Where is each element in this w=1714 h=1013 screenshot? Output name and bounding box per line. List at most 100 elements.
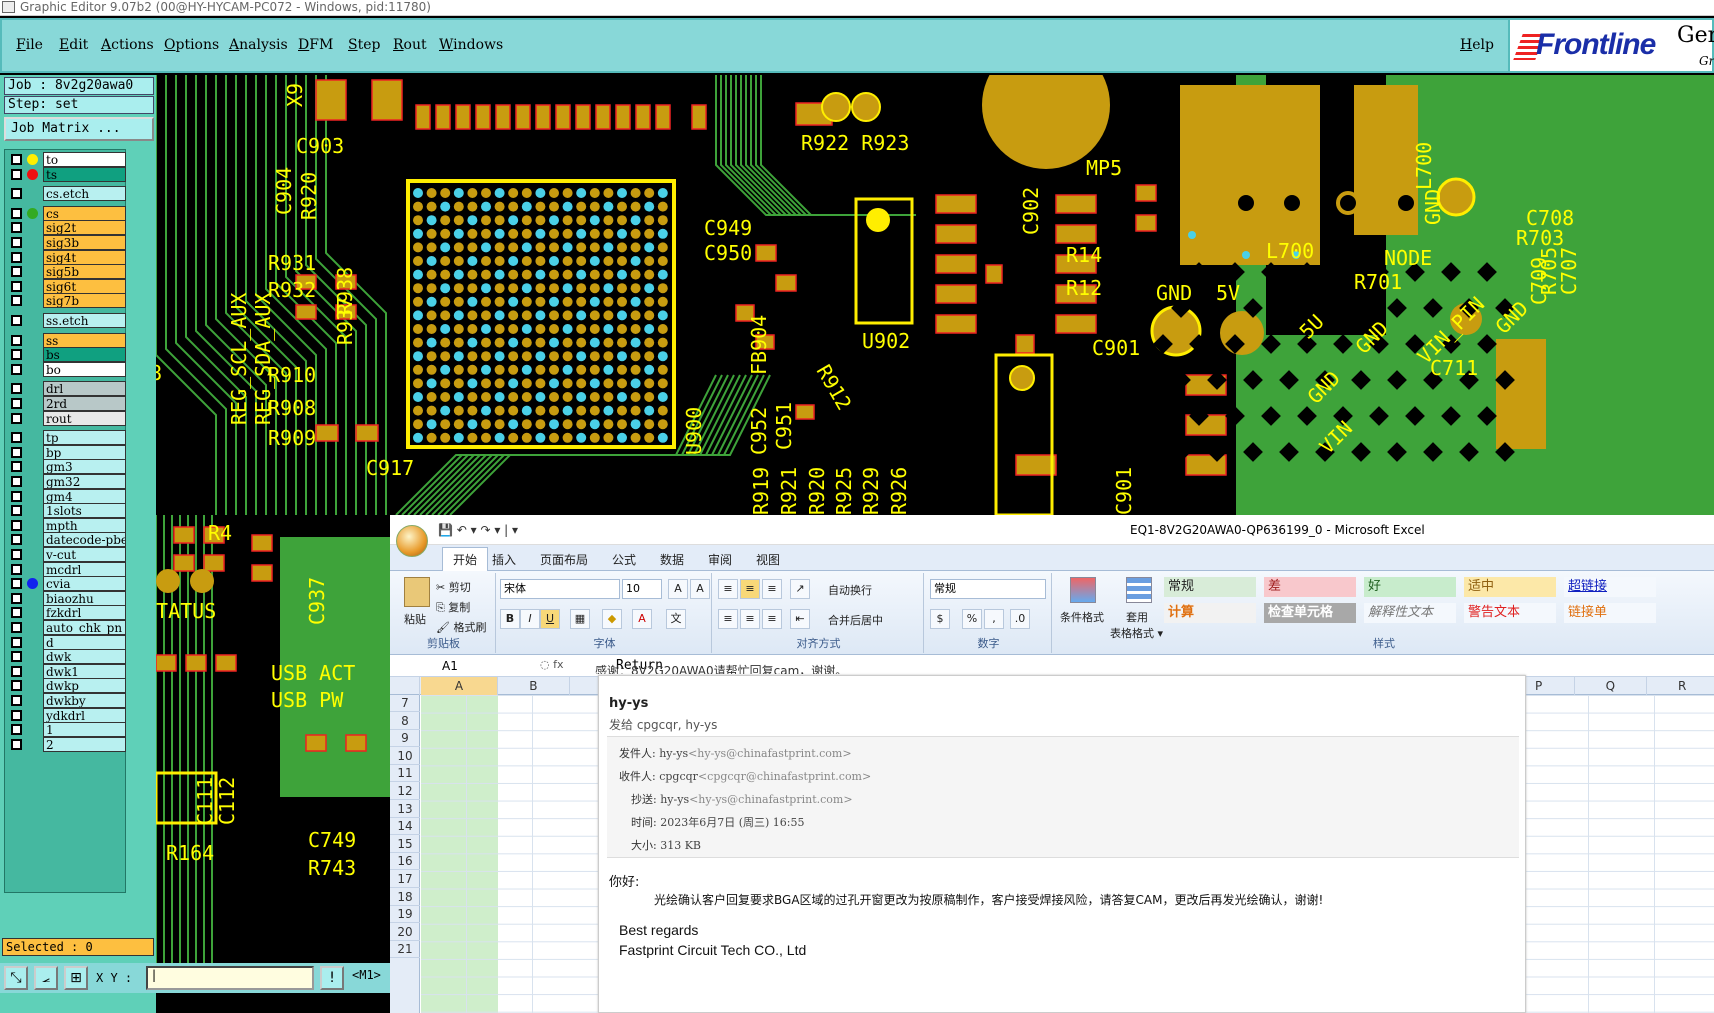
- layer-name[interactable]: auto_chk_pn: [43, 620, 126, 635]
- menu-windows[interactable]: Windows: [439, 37, 503, 53]
- layer-checkbox[interactable]: [11, 222, 22, 234]
- layer-name[interactable]: ss: [43, 332, 126, 348]
- layer-checkbox[interactable]: [11, 665, 22, 677]
- ribbon-tab-6[interactable]: 视图: [756, 551, 780, 568]
- layer-row-gm32[interactable]: gm32: [7, 474, 126, 489]
- layer-checkbox[interactable]: [11, 432, 22, 444]
- ribbon-tab-2[interactable]: 页面布局: [540, 551, 588, 568]
- menu-rout[interactable]: Rout: [393, 37, 427, 53]
- layer-name[interactable]: 1: [43, 722, 126, 738]
- border-icon[interactable]: ▦: [570, 609, 590, 629]
- style-cell-0[interactable]: 常规: [1164, 577, 1256, 597]
- style-cell-7[interactable]: 解释性文本: [1364, 603, 1456, 623]
- layer-name[interactable]: fzkdrl: [43, 605, 126, 621]
- layer-row-dwkby[interactable]: dwkby: [7, 693, 126, 708]
- ribbon-tab-1[interactable]: 插入: [492, 551, 516, 568]
- pcb-canvas[interactable]: R922 R923 C903 C904 R920 R931 R938 R932 R937 R91…: [156, 75, 1714, 515]
- layer-checkbox[interactable]: [11, 592, 22, 604]
- paste-button[interactable]: 粘贴: [404, 611, 426, 627]
- layer-checkbox[interactable]: [11, 349, 22, 361]
- align-right-icon[interactable]: ≡: [762, 609, 782, 629]
- align-center-icon[interactable]: ≡: [740, 609, 760, 629]
- layer-checkbox[interactable]: [11, 563, 22, 575]
- layer-row-to[interactable]: to: [7, 152, 126, 167]
- align-bottom-icon[interactable]: ≡: [762, 579, 782, 599]
- style-cell-8[interactable]: 警告文本: [1464, 603, 1556, 623]
- job-matrix-button[interactable]: Job Matrix ...: [4, 117, 154, 141]
- style-cell-5[interactable]: 计算: [1164, 603, 1256, 623]
- ribbon-tab-0[interactable]: 开始: [442, 547, 489, 573]
- layer-checkbox[interactable]: [11, 188, 22, 200]
- layer-name[interactable]: 1slots: [43, 503, 126, 519]
- layer-row-cs[interactable]: cs: [7, 205, 126, 221]
- format-painter-button[interactable]: 🖌 格式刷: [436, 619, 486, 635]
- layer-row-sig6t[interactable]: sig6t: [7, 278, 126, 294]
- layer-name[interactable]: d: [43, 634, 126, 650]
- row-header-9[interactable]: 9: [390, 730, 420, 748]
- layer-row-auto_chk_pn[interactable]: auto_chk_pn: [7, 620, 126, 635]
- layer-name[interactable]: gm4: [43, 488, 126, 504]
- layer-row-sig5b[interactable]: sig5b: [7, 264, 126, 280]
- layer-checkbox[interactable]: [11, 578, 22, 590]
- row-header-18[interactable]: 18: [390, 889, 420, 906]
- layer-name[interactable]: ts: [43, 166, 126, 182]
- layer-row-bp[interactable]: bp: [7, 444, 126, 460]
- layer-row-v-cut[interactable]: v-cut: [7, 547, 126, 562]
- layer-name[interactable]: rout: [43, 410, 126, 426]
- layer-row-cvia[interactable]: cvia: [7, 576, 126, 592]
- bold-icon[interactable]: B: [500, 609, 520, 629]
- menu-analysis[interactable]: Analysis: [229, 37, 288, 53]
- shrink-font-icon[interactable]: A: [690, 579, 710, 599]
- layer-name[interactable]: sig3b: [43, 235, 126, 250]
- layer-checkbox[interactable]: [11, 695, 22, 706]
- row-header-7[interactable]: 7: [390, 695, 420, 712]
- xy-input[interactable]: |: [146, 966, 314, 990]
- layer-name[interactable]: bo: [43, 361, 126, 377]
- pcb-drawing-lower[interactable]: R4 STATUS C937 USB ACT USB PW C111C112R164 C74…: [156, 515, 390, 963]
- layer-checkbox[interactable]: [11, 519, 22, 531]
- layer-name[interactable]: dwkp: [43, 678, 126, 694]
- layer-row-mpth[interactable]: mpth: [7, 517, 126, 533]
- layer-row-bo[interactable]: bo: [7, 361, 126, 377]
- layer-name[interactable]: sig5b: [43, 264, 126, 280]
- layer-name[interactable]: cs: [43, 205, 126, 221]
- layer-checkbox[interactable]: [11, 738, 22, 750]
- align-left-icon[interactable]: ≡: [718, 609, 738, 629]
- layer-name[interactable]: datecode-pbe: [43, 532, 126, 548]
- ribbon-tab-3[interactable]: 公式: [612, 551, 636, 568]
- layer-name[interactable]: bs: [43, 347, 126, 363]
- layer-checkbox[interactable]: [11, 505, 22, 517]
- layer-name[interactable]: v-cut: [43, 547, 126, 562]
- menu-help[interactable]: Help: [1460, 37, 1494, 53]
- layer-row-d[interactable]: d: [7, 634, 126, 650]
- layer-row-1[interactable]: 1: [7, 722, 126, 738]
- pcb-canvas-lower[interactable]: R4 STATUS C937 USB ACT USB PW C111C112R164 C74…: [156, 515, 390, 963]
- fx-icon[interactable]: ◌ fx: [540, 658, 563, 671]
- layer-name[interactable]: mcdrl: [43, 561, 126, 577]
- layer-checkbox[interactable]: [11, 168, 22, 180]
- name-box[interactable]: A1: [392, 657, 534, 675]
- style-cell-2[interactable]: 好: [1364, 577, 1456, 597]
- layer-checkbox[interactable]: [11, 383, 22, 395]
- layer-name[interactable]: sig7b: [43, 293, 126, 309]
- grid-icon[interactable]: ⊞: [64, 966, 88, 990]
- style-cell-3[interactable]: 适中: [1464, 577, 1556, 597]
- row-header-20[interactable]: 20: [390, 924, 420, 941]
- copy-button[interactable]: ⎘ 复制: [436, 599, 470, 615]
- menu-file[interactable]: File: [16, 37, 43, 53]
- column-header-R[interactable]: R: [1647, 677, 1714, 695]
- layer-name[interactable]: cvia: [43, 576, 126, 592]
- layer-name[interactable]: 2rd: [43, 396, 126, 411]
- email-image[interactable]: 感谢：8V2G20AWA0请帮忙回复cam，谢谢。 hy-ys 发给 cpgcq…: [595, 664, 1526, 1013]
- measure-icon[interactable]: ⦟: [34, 966, 58, 990]
- layer-row-rout[interactable]: rout: [7, 410, 126, 426]
- layer-row-tp[interactable]: tp: [7, 430, 126, 446]
- layer-name[interactable]: mpth: [43, 517, 126, 533]
- layer-row-datecode-pbe[interactable]: datecode-pbe: [7, 532, 126, 548]
- layer-row-ss.etch[interactable]: ss.etch: [7, 313, 126, 328]
- layer-row-dwkp[interactable]: dwkp: [7, 678, 126, 694]
- layer-name[interactable]: 2: [43, 736, 126, 752]
- layer-checkbox[interactable]: [11, 680, 22, 692]
- layer-name[interactable]: biaozhu: [43, 590, 126, 606]
- layer-checkbox[interactable]: [11, 412, 22, 424]
